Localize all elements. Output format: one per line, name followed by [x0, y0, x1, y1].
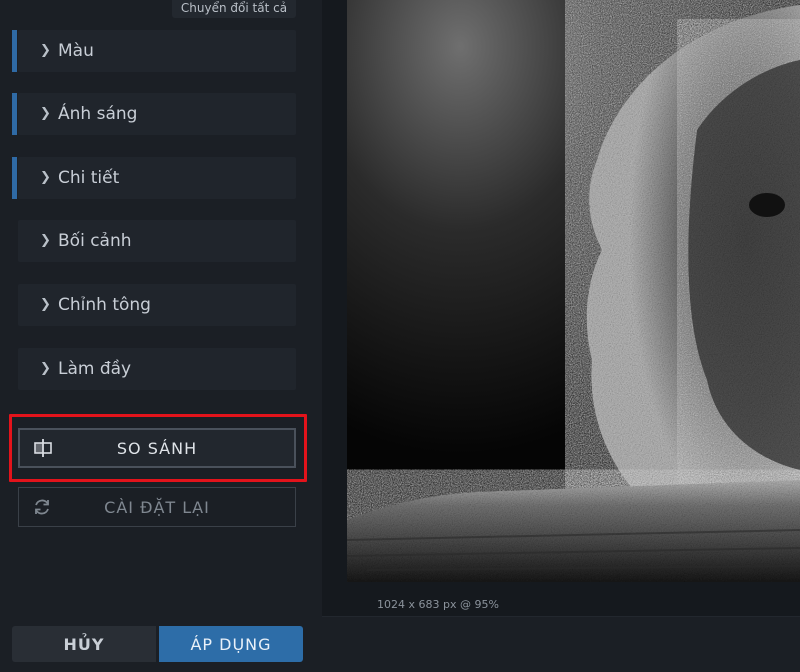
panel-box: ❯ Làm đầy [18, 348, 296, 390]
panel-color[interactable]: ❯ Màu [12, 30, 296, 72]
image-size-info: 1024 x 683 px @ 95% [377, 598, 499, 611]
panel-box: ❯ Màu [18, 30, 296, 72]
panel-accent-bar [12, 157, 17, 199]
panel-detail[interactable]: ❯ Chi tiết [12, 157, 296, 199]
panel-label: Chi tiết [58, 168, 120, 188]
compare-label: SO SÁNH [116, 438, 198, 458]
grayscale-animal-photo [347, 0, 800, 582]
panel-box: ❯ Chi tiết [18, 157, 296, 199]
panel-label: Màu [58, 41, 94, 61]
apply-button[interactable]: ÁP DỤNG [159, 626, 303, 662]
reset-button[interactable]: CÀI ĐẶT LẠI [18, 487, 296, 527]
photo-preview[interactable] [347, 0, 800, 582]
chevron-right-icon: ❯ [40, 43, 51, 58]
panel-box: ❯ Ánh sáng [18, 93, 296, 135]
toggle-all-button[interactable]: Chuyển đổi tất cả [172, 0, 296, 18]
panel-fill[interactable]: ❯ Làm đầy [12, 348, 296, 390]
panel-accent-bar [12, 30, 17, 72]
panel-scene[interactable]: ❯ Bối cảnh [12, 220, 296, 262]
panel-light[interactable]: ❯ Ánh sáng [12, 93, 296, 135]
cancel-button[interactable]: HỦY [12, 626, 156, 662]
chevron-right-icon: ❯ [40, 233, 51, 248]
canvas-area: 1024 x 683 px @ 95% [322, 0, 800, 672]
photo-editor-window: Chuyển đổi tất cả ❯ Màu ❯ Ánh sáng ❯ Chi… [0, 0, 800, 672]
panel-accent-bar [12, 93, 17, 135]
panel-box: ❯ Chỉnh tông [18, 284, 296, 326]
reset-label: CÀI ĐẶT LẠI [104, 497, 210, 517]
chevron-right-icon: ❯ [40, 361, 51, 376]
chevron-right-icon: ❯ [40, 170, 51, 185]
canvas-status-bar [322, 616, 800, 672]
panel-tone[interactable]: ❯ Chỉnh tông [12, 284, 296, 326]
chevron-right-icon: ❯ [40, 106, 51, 121]
panel-label: Làm đầy [58, 359, 132, 379]
panel-label: Bối cảnh [58, 231, 132, 251]
compare-button[interactable]: SO SÁNH [18, 428, 296, 468]
chevron-right-icon: ❯ [40, 297, 51, 312]
panel-box: ❯ Bối cảnh [18, 220, 296, 262]
adjustments-sidebar: Chuyển đổi tất cả ❯ Màu ❯ Ánh sáng ❯ Chi… [0, 0, 322, 672]
panel-label: Ánh sáng [58, 104, 138, 124]
panel-label: Chỉnh tông [58, 295, 151, 315]
